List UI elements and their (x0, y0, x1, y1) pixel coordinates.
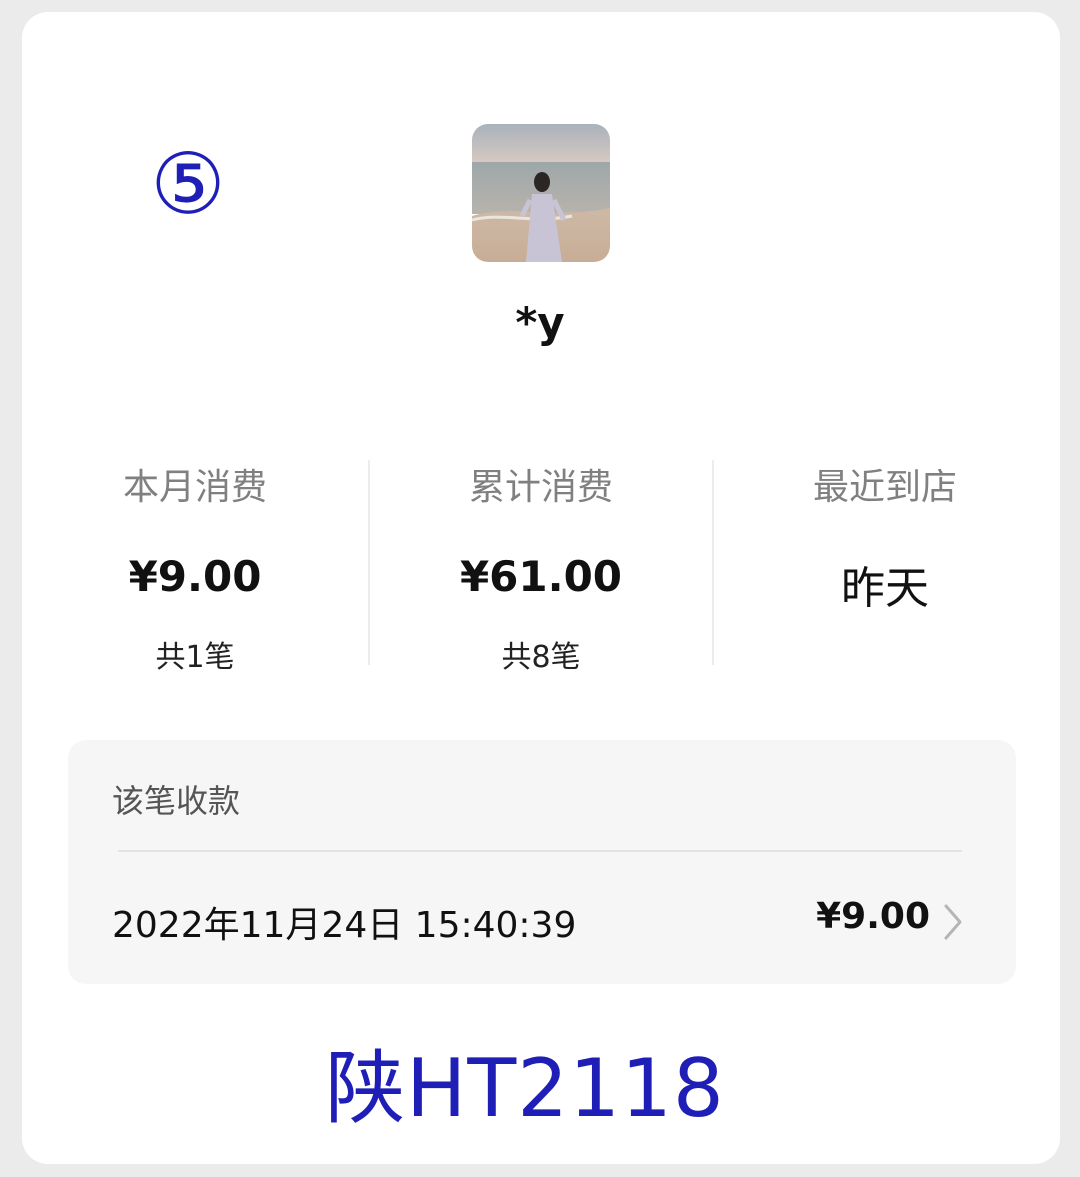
payment-panel: 该笔收款 2022年11月24日 15:40:39 ¥9.00 (68, 740, 1016, 984)
plate-annotation: 陕HT2118 (325, 1042, 725, 1135)
username: *y (515, 298, 565, 347)
stat-count: 共8笔 (501, 640, 581, 675)
stat-label: 累计消费 (468, 467, 613, 508)
sequence-marker: ⑤ (150, 135, 226, 233)
stat-value: ¥9.00 (128, 552, 262, 601)
stat-label: 最近到店 (812, 467, 957, 508)
beach-photo-avatar-icon (472, 124, 610, 262)
stat-count: 共1笔 (155, 640, 235, 675)
transaction-time: 2022年11月24日 15:40:39 (112, 905, 577, 946)
stat-total-spend: 累计消费 ¥61.00 共8笔 (368, 450, 714, 675)
payment-panel-title: 该笔收款 (112, 782, 241, 820)
stat-value: 昨天 (841, 563, 929, 614)
chevron-right-icon (944, 904, 962, 940)
stat-last-visit: 最近到店 昨天 (712, 450, 1058, 670)
stat-month-spend: 本月消费 ¥9.00 共1笔 (22, 450, 368, 675)
transaction-amount: ¥9.00 (816, 896, 930, 937)
stat-label: 本月消费 (122, 467, 267, 508)
transaction-row[interactable]: 2022年11月24日 15:40:39 ¥9.00 (68, 852, 1016, 984)
stats-row: 本月消费 ¥9.00 共1笔 累计消费 ¥61.00 共8笔 最近到店 昨天 (22, 450, 1060, 680)
stat-value: ¥61.00 (459, 552, 623, 601)
avatar[interactable] (472, 124, 610, 262)
